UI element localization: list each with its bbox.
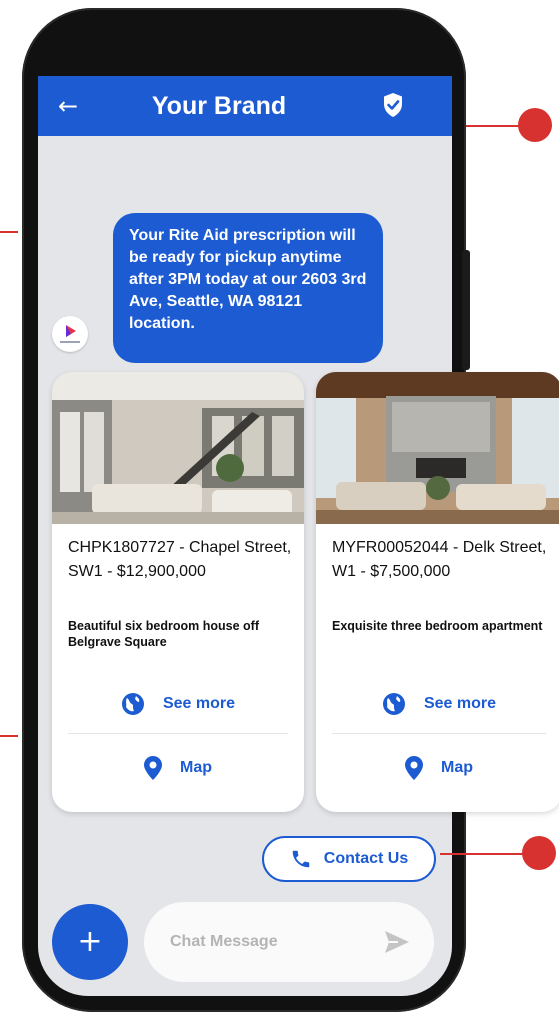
top-bar: ← Your Brand bbox=[38, 76, 452, 136]
property-card: MYFR00052044 - Delk Street, W1 - $7,500,… bbox=[316, 372, 559, 812]
map-button[interactable]: Map bbox=[316, 748, 559, 788]
globe-icon bbox=[382, 693, 405, 715]
arrow-left-icon[interactable]: ← bbox=[58, 92, 78, 120]
chat-screen: ← Your Brand Your Rite Aid prescription … bbox=[38, 76, 559, 996]
map-pin-icon bbox=[144, 756, 162, 780]
map-pin-icon bbox=[405, 756, 423, 780]
shield-check-icon bbox=[384, 93, 402, 117]
chat-message-input[interactable] bbox=[168, 926, 372, 958]
phone-side-button bbox=[462, 250, 470, 370]
callout-line-left-bottom bbox=[0, 735, 18, 737]
phone-frame: ← Your Brand Your Rite Aid prescription … bbox=[22, 8, 559, 1012]
contact-us-label: Contact Us bbox=[323, 850, 409, 867]
brand-logo-icon bbox=[52, 316, 88, 352]
contact-us-button[interactable]: Contact Us bbox=[262, 836, 436, 882]
chat-composer bbox=[144, 902, 434, 982]
phone-icon bbox=[292, 850, 310, 868]
globe-icon bbox=[121, 693, 144, 715]
callout-line-left-top bbox=[0, 231, 18, 233]
send-icon[interactable] bbox=[384, 930, 410, 954]
brand-title: Your Brand bbox=[151, 92, 287, 120]
see-more-button[interactable]: See more bbox=[52, 684, 304, 724]
callout-line-top bbox=[466, 125, 526, 127]
map-button[interactable]: Map bbox=[52, 748, 304, 788]
property-card: CHPK1807727 - Chapel Street, SW1 - $12,9… bbox=[52, 372, 304, 812]
property-title: MYFR00052044 - Delk Street, W1 - $7,500,… bbox=[332, 539, 547, 580]
callout-line-bottom bbox=[440, 853, 530, 855]
property-image bbox=[316, 372, 559, 524]
map-label: Map bbox=[180, 759, 212, 776]
see-more-label: See more bbox=[162, 695, 236, 712]
property-description: Exquisite three bedroom apartment bbox=[332, 619, 543, 633]
property-description: Beautiful six bedroom house off Belgrave… bbox=[68, 619, 259, 649]
property-image bbox=[52, 372, 304, 524]
map-label: Map bbox=[441, 759, 473, 776]
see-more-label: See more bbox=[423, 695, 497, 712]
message-bubble: Your Rite Aid prescription will be ready… bbox=[113, 213, 383, 363]
property-title: CHPK1807727 - Chapel Street, SW1 - $12,9… bbox=[68, 539, 292, 580]
card-divider bbox=[68, 733, 288, 734]
card-divider bbox=[332, 733, 546, 734]
callout-marker-top bbox=[518, 108, 552, 142]
callout-marker-bottom bbox=[522, 836, 556, 870]
see-more-button[interactable]: See more bbox=[316, 684, 559, 724]
add-button[interactable]: + bbox=[52, 904, 128, 980]
